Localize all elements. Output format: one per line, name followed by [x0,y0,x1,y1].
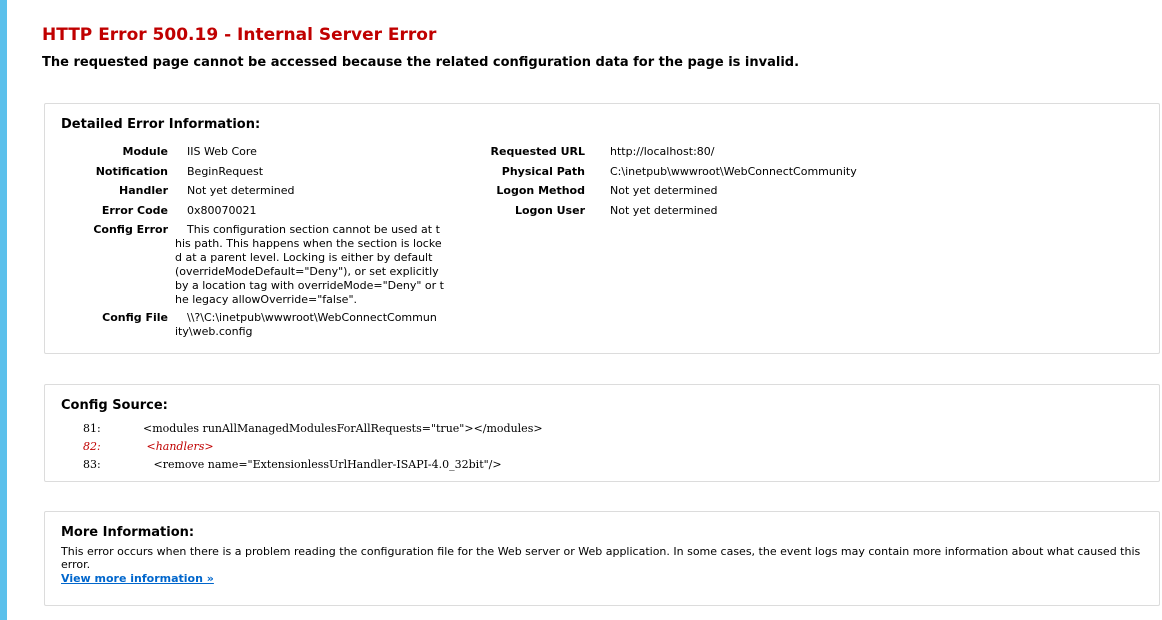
detail-value: http://localhost:80/ [610,145,715,158]
detail-label: Logon User [514,204,585,217]
detail-label: Logon Method [496,184,585,197]
config-file-text: \\?\C:\inetpub\wwwroot\WebConnectCommuni… [175,311,437,338]
detail-label: Handler [119,184,168,197]
code-line-highlighted: 82: <handlers> [83,438,543,456]
detail-label: Physical Path [501,165,585,178]
detail-value: Not yet determined [610,184,718,197]
error-title: HTTP Error 500.19 - Internal Server Erro… [42,25,437,45]
detail-value: BeginRequest [187,165,264,178]
detail-label: Notification [95,165,168,178]
config-source-heading: Config Source: [61,398,168,413]
code-line: 83: <remove name="ExtensionlessUrlHandle… [83,456,543,474]
line-number: 82: [83,440,101,453]
code-text: <remove name="ExtensionlessUrlHandler-IS… [136,458,502,471]
detail-label: Requested URL [490,145,585,158]
code-text: <modules runAllManagedModulesForAllReque… [136,422,543,435]
detail-label: Module [122,145,168,158]
detail-label: Config File [102,311,168,324]
view-more-information-link[interactable]: View more information » [61,572,214,585]
more-information-text: This error occurs when there is a proble… [61,545,1141,571]
detail-row-config-error: Config Error This configuration section … [45,223,465,306]
detail-value: Not yet determined [187,184,295,197]
detail-value: 0x80070021 [187,204,257,217]
detail-row-config-file: Config File \\?\C:\inetpub\wwwroot\WebCo… [45,311,465,341]
code-text: <handlers> [136,440,214,453]
code-line: 81: <modules runAllManagedModulesForAllR… [83,420,543,438]
error-subtitle: The requested page cannot be accessed be… [42,55,800,70]
error-header: HTTP Error 500.19 - Internal Server Erro… [42,24,1160,72]
detailed-error-panel: Detailed Error Information: Module IIS W… [44,103,1160,354]
detailed-error-heading: Detailed Error Information: [61,117,261,132]
detail-value: C:\inetpub\wwwroot\WebConnectCommunity [610,165,857,178]
more-information-heading: More Information: [61,525,195,540]
line-number: 83: [83,458,101,471]
detail-label: Error Code [101,204,168,217]
more-information-panel: More Information: This error occurs when… [44,511,1160,606]
config-error-text: This configuration section cannot be use… [175,223,444,306]
line-number: 81: [83,422,101,435]
left-accent-bar [0,0,7,620]
detail-value: Not yet determined [610,204,718,217]
config-source-panel: Config Source: 81: <modules runAllManage… [44,384,1160,482]
config-source-code: 81: <modules runAllManagedModulesForAllR… [83,420,543,474]
detail-value: IIS Web Core [187,145,257,158]
detail-label: Config Error [93,223,168,236]
